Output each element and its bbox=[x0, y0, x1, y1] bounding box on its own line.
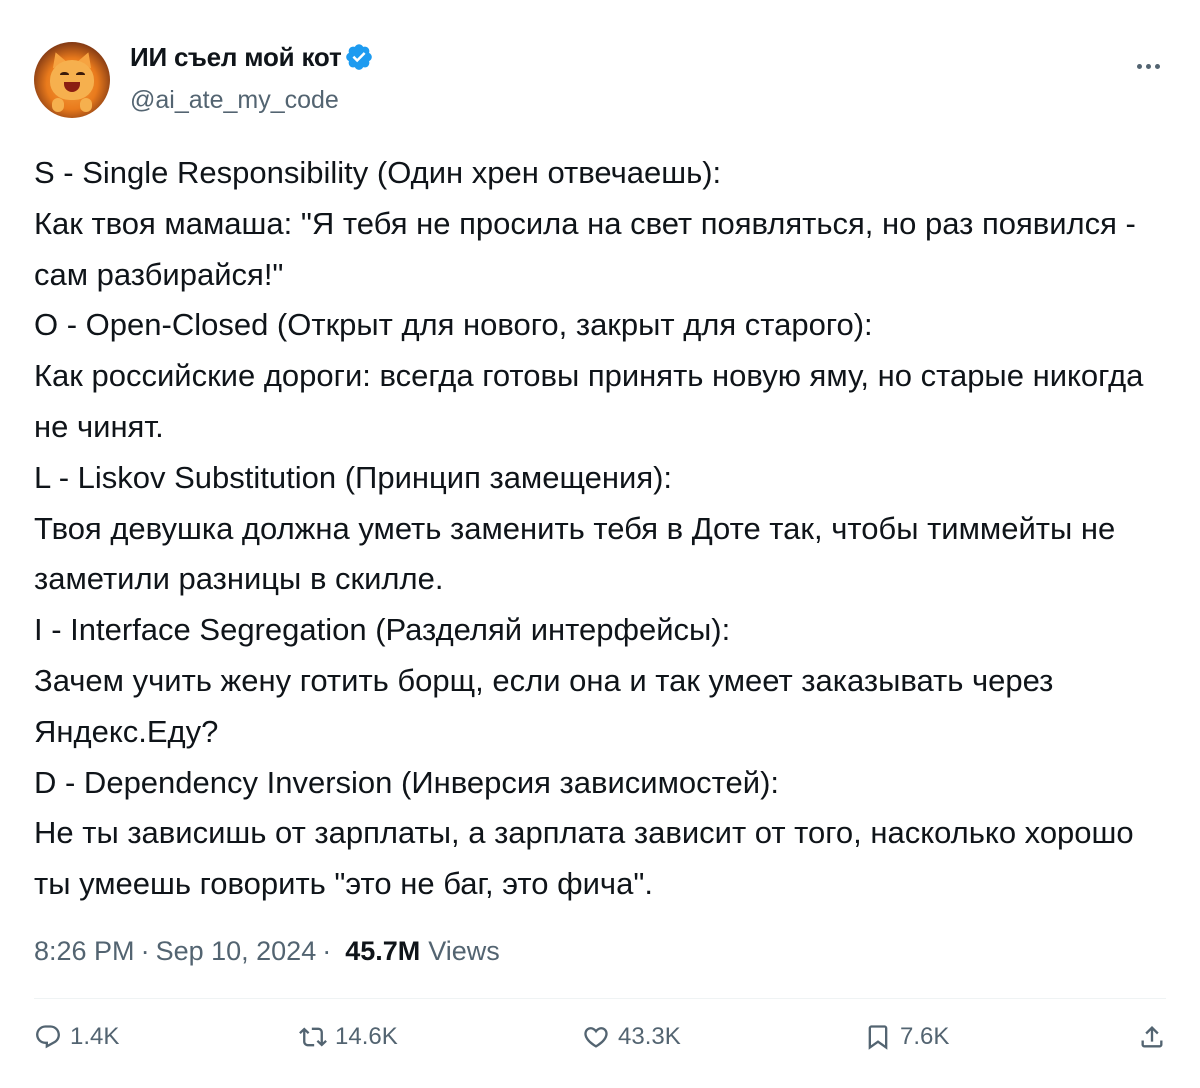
more-options-button[interactable] bbox=[1130, 48, 1166, 84]
author-avatar[interactable] bbox=[34, 42, 110, 118]
tweet-text: S - Single Responsibility (Один хрен отв… bbox=[34, 155, 1144, 902]
like-count: 43.3K bbox=[618, 1023, 681, 1050]
action-bar: 1.4K 14.6K 43.3K 7.6K bbox=[34, 1010, 1166, 1064]
views-count[interactable]: 45.7M bbox=[345, 936, 420, 967]
tweet-card: ИИ съел мой кот @ai_ate_my_code S - Sing… bbox=[0, 0, 1200, 1088]
author-names: ИИ съел мой кот @ai_ate_my_code bbox=[130, 38, 374, 115]
verified-badge-icon[interactable] bbox=[344, 42, 374, 72]
avatar-cat-face bbox=[50, 60, 94, 100]
more-dots-icon bbox=[1145, 63, 1151, 69]
heart-icon bbox=[584, 1027, 608, 1048]
author-display-name[interactable]: ИИ съел мой кот bbox=[130, 42, 342, 73]
reply-count: 1.4K bbox=[70, 1023, 120, 1050]
more-dots-icon bbox=[1136, 63, 1142, 69]
bookmark-icon bbox=[868, 1025, 888, 1050]
bookmark-button[interactable]: 7.6K bbox=[864, 1010, 949, 1064]
like-button[interactable]: 43.3K bbox=[582, 1010, 681, 1064]
author-handle[interactable]: @ai_ate_my_code bbox=[130, 86, 374, 115]
divider bbox=[34, 998, 1166, 999]
share-button[interactable] bbox=[1138, 1010, 1166, 1064]
retweet-button[interactable]: 14.6K bbox=[299, 1010, 398, 1064]
retweet-count: 14.6K bbox=[335, 1023, 398, 1050]
tweet-header: ИИ съел мой кот @ai_ate_my_code bbox=[34, 38, 1166, 120]
avatar-eye bbox=[60, 72, 69, 77]
more-dots-icon bbox=[1154, 63, 1160, 69]
reply-bubble-icon bbox=[36, 1025, 60, 1049]
retweet-icon bbox=[299, 1027, 327, 1047]
avatar-paw bbox=[52, 98, 64, 112]
reply-button[interactable]: 1.4K bbox=[34, 1010, 119, 1064]
views-label[interactable]: Views bbox=[428, 936, 500, 967]
bookmark-count: 7.6K bbox=[900, 1023, 950, 1050]
avatar-eye bbox=[76, 72, 85, 77]
avatar-paw bbox=[80, 98, 92, 112]
meta-separator: · bbox=[140, 935, 150, 966]
share-icon bbox=[1141, 1026, 1163, 1048]
meta-separator: · bbox=[322, 935, 332, 966]
tweet-time[interactable]: 8:26 PM bbox=[34, 936, 135, 967]
tweet-meta: 8:26 PM · Sep 10, 2024 · 45.7M Views bbox=[34, 928, 500, 974]
tweet-date[interactable]: Sep 10, 2024 bbox=[156, 936, 317, 967]
display-name-row: ИИ съел мой кот bbox=[130, 38, 374, 76]
